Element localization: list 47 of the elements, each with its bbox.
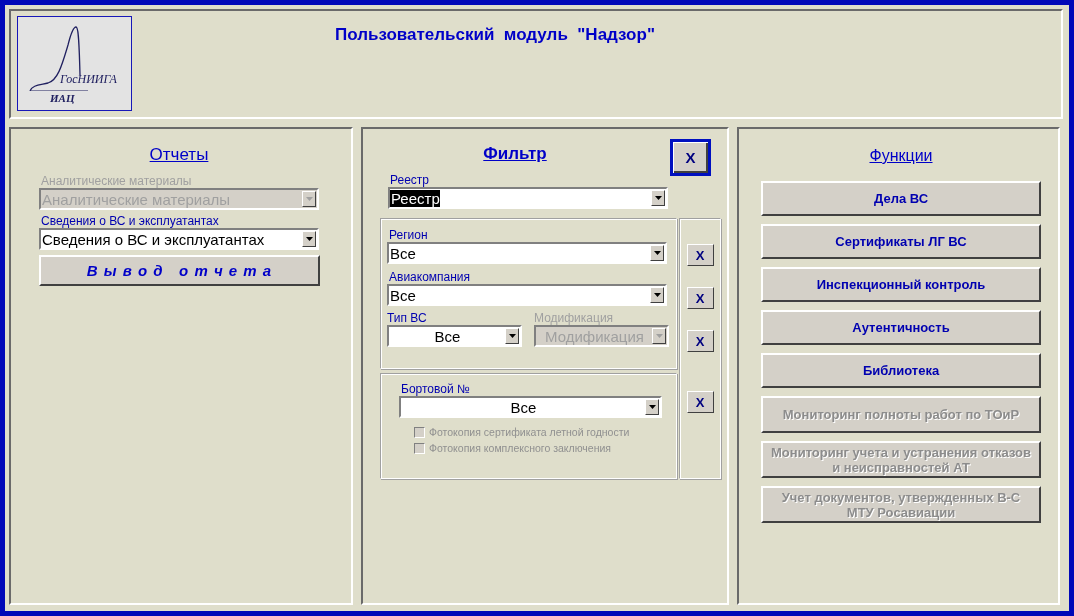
caret-icon bbox=[648, 405, 656, 409]
dropdown[interactable]: Все bbox=[387, 242, 667, 264]
caret-icon bbox=[653, 251, 661, 255]
dropdown-arrow-button[interactable] bbox=[651, 190, 665, 206]
caret-icon bbox=[508, 334, 516, 338]
dropdown[interactable]: Сведения о ВС и эксплуатантах bbox=[39, 228, 319, 250]
dropdown[interactable]: Все bbox=[387, 284, 667, 306]
field-label: Регион bbox=[389, 228, 428, 242]
clear-button[interactable]: X bbox=[686, 244, 714, 266]
dropdown-arrow-button[interactable] bbox=[505, 328, 519, 344]
field-label: Аналитические материалы bbox=[41, 174, 192, 188]
clear-button[interactable]: X bbox=[686, 391, 714, 413]
field-label: Тип ВС bbox=[387, 311, 427, 325]
field-label: Модификация bbox=[534, 311, 614, 325]
checkbox-label: Фотокопия комплексного заключения bbox=[429, 442, 611, 454]
caret-icon bbox=[655, 334, 663, 338]
function-button[interactable]: Сертификаты ЛГ ВС bbox=[761, 224, 1041, 259]
close-button[interactable]: X bbox=[670, 139, 711, 176]
function-button[interactable]: Библиотека bbox=[761, 353, 1041, 388]
clear-button[interactable]: X bbox=[686, 287, 714, 309]
caret-icon bbox=[305, 197, 313, 201]
caret-icon bbox=[653, 293, 661, 297]
function-button[interactable]: Инспекционный контроль bbox=[761, 267, 1041, 302]
dropdown[interactable]: Все bbox=[399, 396, 662, 418]
dropdown[interactable]: Реестр bbox=[388, 187, 668, 209]
function-button[interactable]: Дела ВС bbox=[761, 181, 1041, 216]
checkbox-label: Фотокопия сертификата летной годности bbox=[429, 426, 630, 438]
clear-button[interactable]: X bbox=[686, 330, 714, 352]
section-title: Функции bbox=[868, 147, 934, 165]
field-label: Сведения о ВС и эксплуатантах bbox=[41, 214, 219, 228]
dropdown[interactable]: Все bbox=[387, 325, 522, 347]
caret-icon bbox=[654, 196, 662, 200]
app-title: Пользовательский модуль "Надзор" bbox=[335, 25, 655, 45]
dropdown-arrow-button[interactable] bbox=[302, 231, 316, 247]
output-report-button[interactable]: В ы в о д о т ч е т а bbox=[39, 255, 320, 286]
dropdown-arrow-button[interactable] bbox=[650, 245, 664, 261]
field-label: Бортовой № bbox=[401, 382, 470, 396]
field-label: Реестр bbox=[390, 173, 429, 187]
dropdown-arrow-button[interactable] bbox=[645, 399, 659, 415]
section-title: Отчеты bbox=[148, 145, 210, 165]
field-label: Авиакомпания bbox=[389, 270, 471, 284]
section-title: Фильтр bbox=[482, 144, 548, 164]
logo-text: ИАЦ bbox=[50, 92, 75, 104]
logo-text: ГосНИИГА bbox=[60, 72, 117, 87]
caret-icon bbox=[305, 237, 313, 241]
dropdown-arrow-button[interactable] bbox=[650, 287, 664, 303]
function-button[interactable]: Аутентичность bbox=[761, 310, 1041, 345]
